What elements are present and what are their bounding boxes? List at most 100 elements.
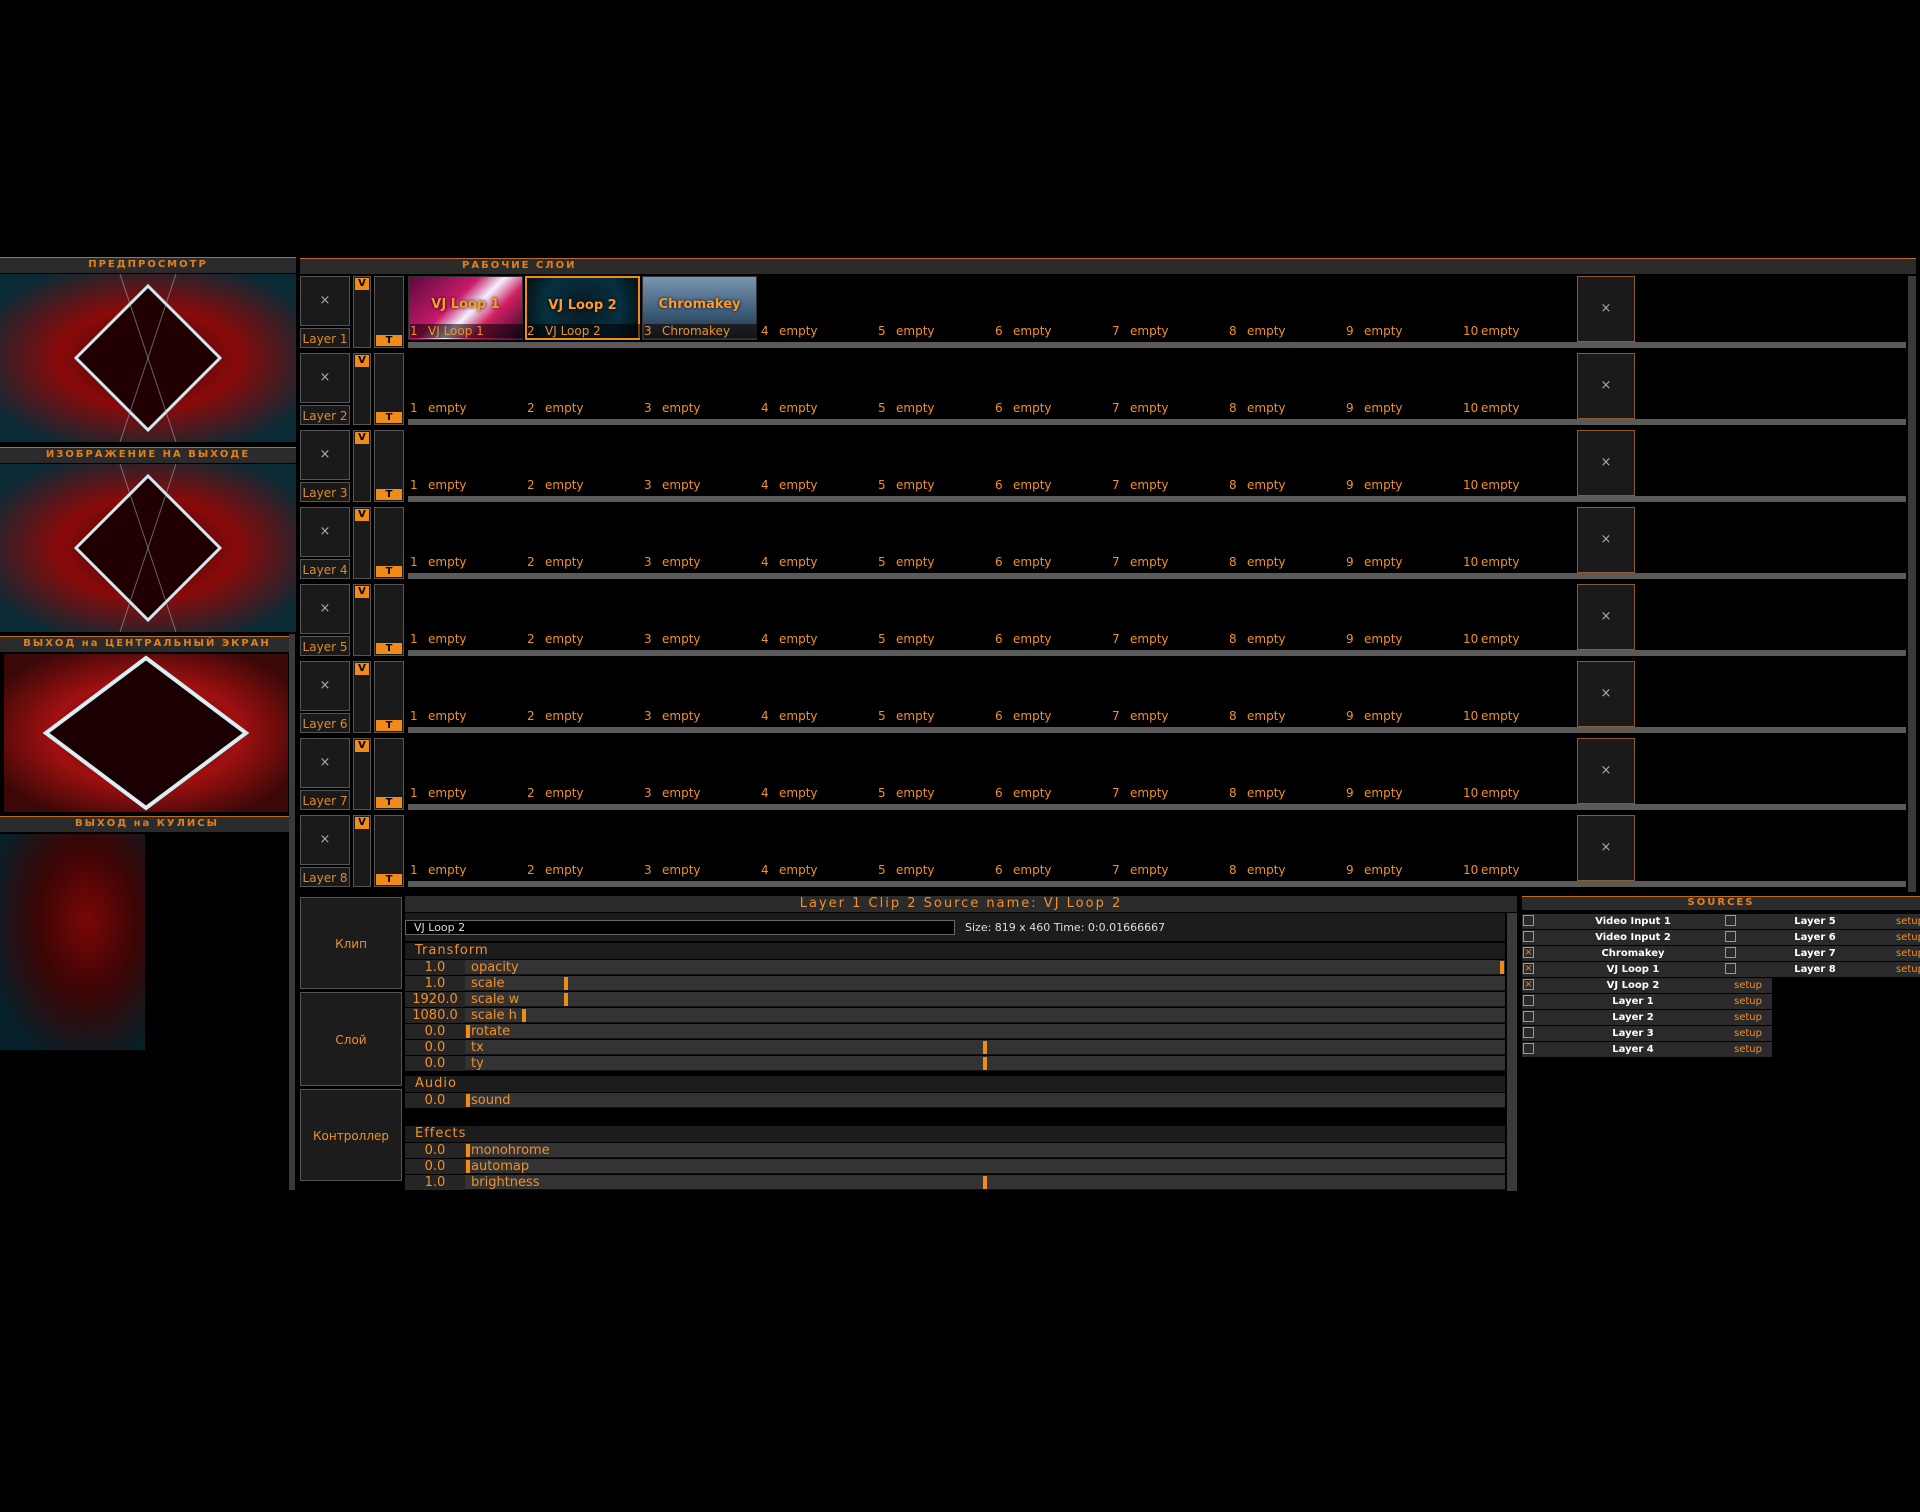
clip-slot[interactable]: 5 empty: [878, 324, 991, 338]
source-setup-link[interactable]: setup: [1896, 914, 1920, 929]
clip-slot[interactable]: 2 empty: [527, 709, 640, 723]
layer-stop-button[interactable]: ×: [1577, 738, 1635, 804]
layer-fader-handle[interactable]: T: [376, 412, 402, 423]
source-checkbox[interactable]: [1523, 1011, 1534, 1022]
param-slider-handle[interactable]: [466, 1160, 470, 1173]
layer-label[interactable]: Layer 2: [300, 405, 350, 425]
clip-slot[interactable]: 4 empty: [761, 555, 874, 569]
layer-fader-handle[interactable]: T: [376, 643, 402, 654]
layer-visibility-toggle[interactable]: V: [355, 817, 369, 829]
clip-slot[interactable]: 5 empty: [878, 709, 991, 723]
param-slider-handle[interactable]: [522, 1009, 526, 1022]
clip-slot[interactable]: 7 empty: [1112, 863, 1225, 877]
source-setup-link[interactable]: setup: [1734, 1010, 1762, 1025]
param-value[interactable]: 1.0: [405, 1175, 465, 1190]
clip-slot[interactable]: 6 empty: [995, 401, 1108, 415]
clip-slot[interactable]: 5 empty: [878, 478, 991, 492]
source-checkbox[interactable]: [1523, 1027, 1534, 1038]
param-value[interactable]: 0.0: [405, 1093, 465, 1108]
layer-fader-handle[interactable]: T: [376, 489, 402, 500]
clip-slot[interactable]: 2 empty: [527, 478, 640, 492]
clip-slot[interactable]: 1 empty: [410, 401, 523, 415]
layer-fader-handle[interactable]: T: [376, 720, 402, 731]
clip-slot[interactable]: 7 empty: [1112, 786, 1225, 800]
param-value[interactable]: 0.0: [405, 1159, 465, 1174]
clip-slot[interactable]: 7 empty: [1112, 401, 1225, 415]
clip-slot[interactable]: 4 empty: [761, 709, 874, 723]
clip-slot[interactable]: 7 empty: [1112, 478, 1225, 492]
layer-progress-bar[interactable]: [408, 650, 1906, 656]
clip-slot[interactable]: 1 empty: [410, 863, 523, 877]
clip-slot[interactable]: 1 empty: [410, 478, 523, 492]
clip-slot[interactable]: 9 empty: [1346, 863, 1459, 877]
clip-slot[interactable]: 9 empty: [1346, 632, 1459, 646]
layer-opacity-fader[interactable]: T: [374, 815, 404, 887]
clip-slot[interactable]: 3 empty: [644, 709, 757, 723]
clip-slot[interactable]: 5 empty: [878, 555, 991, 569]
layer-clear-button[interactable]: ×: [300, 661, 350, 711]
clip-slot[interactable]: 2 empty: [527, 786, 640, 800]
layer-label[interactable]: Layer 7: [300, 790, 350, 810]
clip-slot[interactable]: 6 empty: [995, 632, 1108, 646]
clip-slot[interactable]: 7 empty: [1112, 324, 1225, 338]
clip-slot[interactable]: 6 empty: [995, 709, 1108, 723]
clip-slot[interactable]: 9 empty: [1346, 478, 1459, 492]
clip-slot[interactable]: 8 empty: [1229, 632, 1342, 646]
param-slider-handle[interactable]: [1500, 961, 1504, 974]
layer-clear-button[interactable]: ×: [300, 353, 350, 403]
layer-label[interactable]: Layer 5: [300, 636, 350, 656]
layer-progress-bar[interactable]: [408, 573, 1906, 579]
layer-opacity-fader[interactable]: T: [374, 584, 404, 656]
source-setup-link[interactable]: setup: [1896, 930, 1920, 945]
layer-visibility-toggle[interactable]: V: [355, 432, 369, 444]
layer-opacity-fader[interactable]: T: [374, 276, 404, 348]
clip-slot[interactable]: 10 empty: [1463, 632, 1576, 646]
param-row[interactable]: 0.0 sound: [405, 1093, 1505, 1108]
clip-slot[interactable]: 6 empty: [995, 863, 1108, 877]
clip-slot[interactable]: 5 empty: [878, 401, 991, 415]
source-checkbox[interactable]: [1725, 947, 1736, 958]
clip-slot[interactable]: 2 empty: [527, 401, 640, 415]
clip-slot[interactable]: 8 empty: [1229, 324, 1342, 338]
param-row[interactable]: 0.0 tx: [405, 1040, 1505, 1055]
param-row[interactable]: 1.0 brightness: [405, 1175, 1505, 1190]
clip-name-field[interactable]: VJ Loop 2: [405, 920, 955, 935]
clip-slot[interactable]: 3 empty: [644, 478, 757, 492]
layer-visibility-toggle[interactable]: V: [355, 509, 369, 521]
clip-slot[interactable]: 9 empty: [1346, 786, 1459, 800]
param-slider-handle[interactable]: [466, 1144, 470, 1157]
clip-slot[interactable]: 1 empty: [410, 555, 523, 569]
clip-slot[interactable]: 4 empty: [761, 863, 874, 877]
param-row[interactable]: 0.0 ty: [405, 1056, 1505, 1071]
layer-fader-handle[interactable]: T: [376, 874, 402, 885]
tab-clip[interactable]: Клип: [300, 897, 402, 989]
param-slider-handle[interactable]: [983, 1041, 987, 1054]
layer-progress-bar[interactable]: [408, 881, 1906, 887]
layer-stop-button[interactable]: ×: [1577, 276, 1635, 342]
layer-opacity-fader[interactable]: T: [374, 507, 404, 579]
tab-controller[interactable]: Контроллер: [300, 1089, 402, 1181]
source-setup-link[interactable]: setup: [1734, 1042, 1762, 1057]
layer-clear-button[interactable]: ×: [300, 738, 350, 788]
layer-stop-button[interactable]: ×: [1577, 584, 1635, 650]
layer-opacity-fader[interactable]: T: [374, 430, 404, 502]
layer-progress-bar[interactable]: [408, 496, 1906, 502]
params-scrollbar[interactable]: [1507, 913, 1517, 1191]
param-value[interactable]: 0.0: [405, 1040, 465, 1055]
clip-slot[interactable]: 7 empty: [1112, 709, 1225, 723]
clip-slot[interactable]: 4 empty: [761, 478, 874, 492]
layer-progress-bar[interactable]: [408, 727, 1906, 733]
layer-visibility-toggle[interactable]: V: [355, 278, 369, 290]
layer-clear-button[interactable]: ×: [300, 815, 350, 865]
param-value[interactable]: 1080.0: [405, 1008, 465, 1023]
source-checkbox[interactable]: [1725, 931, 1736, 942]
clip-slot[interactable]: 3 empty: [644, 786, 757, 800]
clip-slot[interactable]: 4 empty: [761, 786, 874, 800]
clip-slot[interactable]: 4 empty: [761, 632, 874, 646]
clip-slot[interactable]: 6 empty: [995, 478, 1108, 492]
clip-slot[interactable]: 3 empty: [644, 401, 757, 415]
layer-fader-handle[interactable]: T: [376, 335, 402, 346]
param-slider-handle[interactable]: [564, 977, 568, 990]
layer-label[interactable]: Layer 6: [300, 713, 350, 733]
layer-progress-bar[interactable]: [408, 342, 1906, 348]
